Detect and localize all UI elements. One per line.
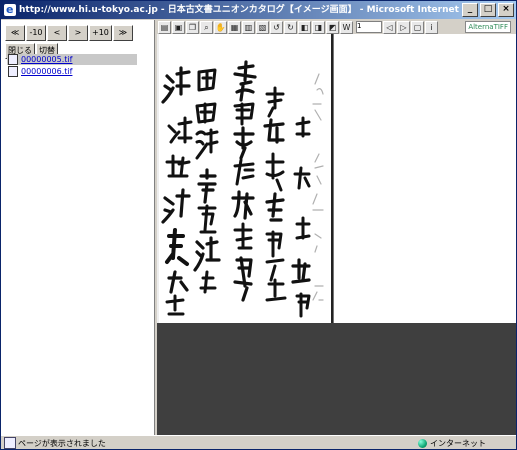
- rotate-left-icon[interactable]: ↺: [270, 20, 283, 34]
- fit-width-icon[interactable]: ▥: [242, 20, 255, 34]
- ie-icon: [4, 1, 16, 19]
- minimize-button[interactable]: _: [462, 3, 478, 17]
- first-page-button[interactable]: ≪: [5, 25, 25, 41]
- left-frame: ≪ -10 < > +10 ≫ 閉じる 切替 00000005.tif 0000…: [1, 20, 155, 435]
- file-list: 00000005.tif 00000006.tif: [7, 54, 137, 78]
- invert-icon[interactable]: ◩: [326, 20, 339, 34]
- maximize-button[interactable]: □: [480, 3, 496, 17]
- list-item[interactable]: 00000005.tif: [7, 54, 137, 65]
- printer-icon[interactable]: ▤: [158, 20, 171, 34]
- forward-10-button[interactable]: +10: [89, 25, 112, 41]
- flip-icon[interactable]: ◧: [298, 20, 311, 34]
- globe-icon: [418, 438, 427, 448]
- next-icon[interactable]: ▷: [397, 20, 410, 34]
- copy-icon[interactable]: ❐: [186, 20, 199, 34]
- viewer-blank-area: [333, 34, 516, 323]
- next-page-button[interactable]: >: [68, 25, 88, 41]
- tiff-toolbar: ▤ ▣ ❐ ⌕ ✋ ▦ ▥ ▧ ↺ ↻ ◧ ◨ ◩ W 1 ◁ ▷ ▢ i Al…: [157, 20, 516, 34]
- save-icon[interactable]: ▣: [172, 20, 185, 34]
- browser-window: http://www.hi.u-tokyo.ac.jp - 日本古文書ユニオンカ…: [0, 0, 517, 450]
- title-bar: http://www.hi.u-tokyo.ac.jp - 日本古文書ユニオンカ…: [1, 1, 516, 19]
- prev-page-button[interactable]: <: [47, 25, 67, 41]
- zone-label: インターネット: [430, 438, 486, 448]
- mirror-icon[interactable]: ◨: [312, 20, 325, 34]
- document-image: [157, 34, 333, 323]
- alternatiff-logo: AlternaTIFF: [465, 21, 511, 33]
- rotate-right-icon[interactable]: ↻: [284, 20, 297, 34]
- close-window-button[interactable]: ×: [498, 3, 514, 17]
- delete-icon[interactable]: ▢: [411, 20, 424, 34]
- zoom-icon[interactable]: ⌕: [200, 20, 213, 34]
- fit-height-icon[interactable]: ▧: [256, 20, 269, 34]
- info-icon[interactable]: i: [425, 20, 438, 34]
- back-10-button[interactable]: -10: [26, 25, 46, 41]
- calligraphy-image: [157, 34, 333, 323]
- image-file-icon: [8, 54, 18, 65]
- image-file-icon: [8, 66, 18, 77]
- page-icon: [4, 437, 16, 449]
- file-link[interactable]: 00000005.tif: [21, 55, 72, 64]
- window-title: http://www.hi.u-tokyo.ac.jp - 日本古文書ユニオンカ…: [19, 5, 462, 15]
- w-icon[interactable]: W: [340, 20, 353, 34]
- hand-icon[interactable]: ✋: [214, 20, 227, 34]
- security-zone: インターネット: [418, 438, 486, 449]
- status-bar: ページが表示されました インターネット: [1, 435, 516, 449]
- fit-page-icon[interactable]: ▦: [228, 20, 241, 34]
- list-item[interactable]: 00000006.tif: [7, 66, 137, 77]
- page-select[interactable]: 1: [356, 21, 382, 33]
- image-viewer[interactable]: [157, 34, 516, 435]
- status-text: ページが表示されました: [18, 438, 106, 448]
- last-page-button[interactable]: ≫: [112, 25, 133, 41]
- file-link[interactable]: 00000006.tif: [21, 67, 72, 76]
- prev-icon[interactable]: ◁: [383, 20, 396, 34]
